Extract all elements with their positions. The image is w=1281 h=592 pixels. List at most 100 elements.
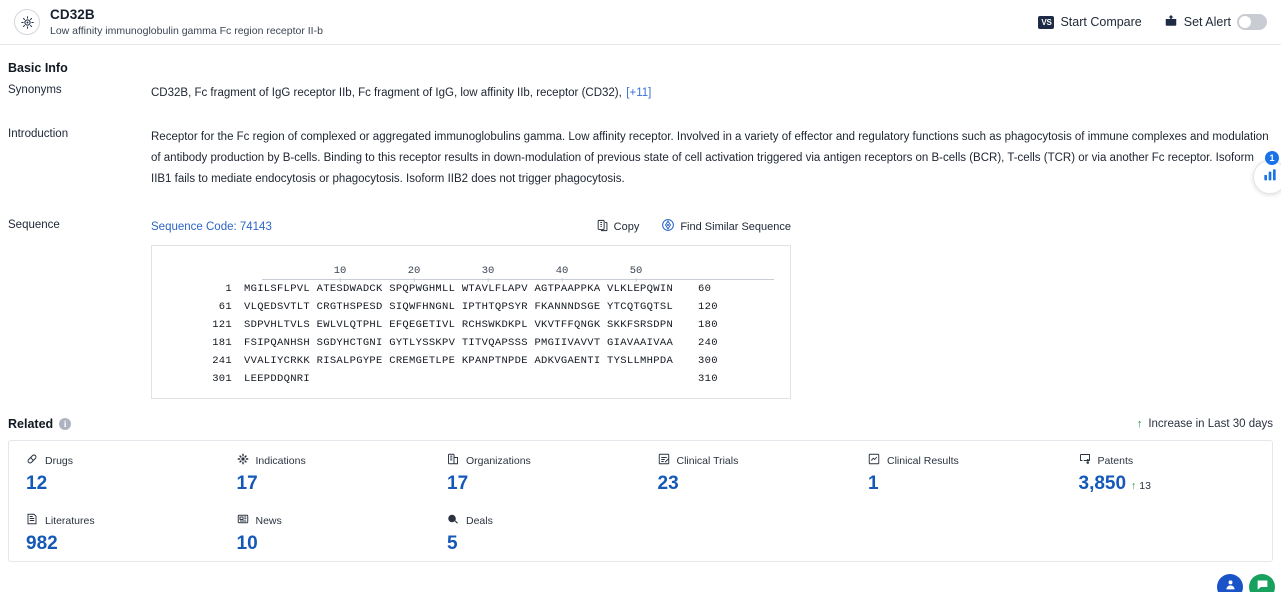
find-similar-sequence-button[interactable]: Find Similar Sequence xyxy=(661,218,791,235)
related-item-news[interactable]: News 10 xyxy=(220,513,431,557)
floating-action-buttons xyxy=(1217,574,1275,592)
copy-button[interactable]: Copy xyxy=(596,219,640,235)
sequence-line: 241 VVALIYCRKK RISALPGYPE CREMGETLPE KPA… xyxy=(160,352,790,370)
related-item-indications[interactable]: Indications 17 xyxy=(220,453,431,499)
sequence-start-index: 61 xyxy=(218,301,232,313)
up-arrow-icon: ↑ xyxy=(1131,480,1137,492)
related-item-organizations[interactable]: Organizations 17 xyxy=(430,453,641,499)
related-item-clinical-results[interactable]: Clinical Results 1 xyxy=(851,453,1062,499)
related-item-value: 5 xyxy=(447,531,641,557)
chat-icon xyxy=(1256,578,1269,592)
header-actions: VS Start Compare Set Alert xyxy=(1038,14,1267,31)
related-item-number: 17 xyxy=(236,473,258,494)
sequence-ruler: 10 20 30 40 50 xyxy=(160,258,782,282)
related-item-label: Patents xyxy=(1097,454,1134,467)
sequence-tools: Copy Find Similar Sequence xyxy=(596,218,791,235)
side-widget-button[interactable] xyxy=(1253,160,1281,194)
ruler-baseline xyxy=(262,279,774,280)
patent-icon xyxy=(1079,453,1091,469)
introduction-label: Introduction xyxy=(8,128,69,140)
ruler-tick-40: 40 xyxy=(555,265,569,282)
find-similar-label: Find Similar Sequence xyxy=(680,220,791,233)
find-similar-icon xyxy=(661,218,675,235)
related-item-head: Indications xyxy=(237,453,431,469)
start-compare-button[interactable]: VS Start Compare xyxy=(1038,15,1142,29)
related-item-deals[interactable]: Deals 5 xyxy=(430,513,641,557)
sequence-line: 1 MGILSFLPVL ATESDWADCK SPQPWGHMLL WTAVL… xyxy=(160,280,790,298)
related-item-value: 1 xyxy=(868,471,1062,497)
related-item-head: Clinical Trials xyxy=(658,453,852,469)
organization-icon xyxy=(447,453,459,469)
related-item-number: 3,850 xyxy=(1078,473,1127,494)
sequence-start-index: 1 xyxy=(225,283,232,295)
sequence-header: Sequence Code: 74143 Copy Find Similar S… xyxy=(151,218,791,235)
sequence-line: 181 FSIPQANHSH SGDYHCTGNI GYTLYSSKPV TIT… xyxy=(160,334,790,352)
related-item-value: 3,850 ↑ 13 xyxy=(1079,471,1273,499)
chat-button[interactable] xyxy=(1249,574,1275,592)
sequence-residues: LEEPDDQNRI xyxy=(244,373,311,385)
page-header: CD32B Low affinity immunoglobulin gamma … xyxy=(0,0,1281,45)
sequence-residues: SDPVHLTVLS EWLVLQTPHL EFQEGETIVL RCHSWKD… xyxy=(244,319,674,331)
sequence-label: Sequence xyxy=(8,219,60,231)
deal-icon xyxy=(447,513,459,529)
related-item-number: 12 xyxy=(26,473,48,494)
sequence-end-index: 310 xyxy=(698,373,718,385)
related-legend-label: Increase in Last 30 days xyxy=(1148,418,1273,430)
sequence-residues: MGILSFLPVL ATESDWADCK SPQPWGHMLL WTAVLFL… xyxy=(244,283,674,295)
info-icon[interactable]: i xyxy=(59,418,72,430)
assistant-icon xyxy=(1224,578,1237,592)
related-item-number: 17 xyxy=(447,473,469,494)
related-item-clinical-trials[interactable]: Clinical Trials 23 xyxy=(641,453,852,499)
related-item-number: 10 xyxy=(236,533,258,554)
related-item-patents[interactable]: Patents 3,850 ↑ 13 xyxy=(1062,453,1273,499)
related-item-head: Deals xyxy=(447,513,641,529)
related-title: Related xyxy=(8,417,54,431)
sequence-start-index: 121 xyxy=(212,319,232,331)
introduction-row: Introduction Receptor for the Fc region … xyxy=(0,101,1281,190)
target-crosshair-icon xyxy=(14,9,40,35)
page-root: CD32B Low affinity immunoglobulin gamma … xyxy=(0,0,1281,592)
related-item-value: 10 xyxy=(237,531,431,557)
related-item-label: News xyxy=(255,514,282,527)
related-item-label: Organizations xyxy=(466,454,531,467)
bell-alert-icon xyxy=(1164,14,1178,31)
related-item-literatures[interactable]: Literatures 982 xyxy=(9,513,220,557)
set-alert-toggle[interactable] xyxy=(1237,14,1267,30)
sequence-row: Sequence Sequence Code: 74143 Copy Find … xyxy=(0,190,1281,399)
sequence-end-index: 300 xyxy=(698,355,718,367)
page-subtitle: Low affinity immunoglobulin gamma Fc reg… xyxy=(50,24,323,37)
assistant-button[interactable] xyxy=(1217,574,1243,592)
sequence-residues: VLQEDSVTLT CRGTHSPESD SIQWFHNGNL IPTHTQP… xyxy=(244,301,674,313)
sequence-end-index: 240 xyxy=(698,337,718,349)
sequence-lines: 1 MGILSFLPVL ATESDWADCK SPQPWGHMLL WTAVL… xyxy=(152,280,790,388)
related-item-head: News xyxy=(237,513,431,529)
synonyms-row: Synonyms CD32B, Fc fragment of IgG recep… xyxy=(0,75,1281,101)
related-item-drugs[interactable]: Drugs 12 xyxy=(9,453,220,499)
synonyms-label: Synonyms xyxy=(8,84,62,96)
related-item-value: 17 xyxy=(237,471,431,497)
related-item-head: Literatures xyxy=(26,513,220,529)
vs-icon: VS xyxy=(1038,15,1055,29)
sequence-viewer: 10 20 30 40 50 1 MGILSFLPVL ATESDWADCK S… xyxy=(151,245,791,399)
related-item-label: Indications xyxy=(255,454,306,467)
side-widget-badge[interactable]: 1 xyxy=(1265,151,1279,165)
related-item-delta-value: 13 xyxy=(1139,480,1151,492)
set-alert-control[interactable]: Set Alert xyxy=(1164,14,1267,31)
synonyms-more-link[interactable]: [+11] xyxy=(626,87,651,99)
related-item-delta: ↑ 13 xyxy=(1131,473,1151,499)
sequence-start-index: 181 xyxy=(212,337,232,349)
sequence-end-index: 60 xyxy=(698,283,712,295)
copy-label: Copy xyxy=(613,220,640,233)
sequence-line: 301 LEEPDDQNRI 310 xyxy=(160,370,790,388)
related-item-head: Clinical Results xyxy=(868,453,1062,469)
related-item-value: 982 xyxy=(26,531,220,557)
related-item-label: Clinical Trials xyxy=(676,454,739,467)
sequence-body: Sequence Code: 74143 Copy Find Similar S… xyxy=(151,218,1281,399)
related-header: Related i ↑ Increase in Last 30 days xyxy=(0,399,1281,431)
sequence-code[interactable]: Sequence Code: 74143 xyxy=(151,221,272,233)
related-item-number: 1 xyxy=(868,473,879,494)
related-item-label: Deals xyxy=(466,514,493,527)
start-compare-label: Start Compare xyxy=(1060,15,1142,29)
basic-info-title: Basic Info xyxy=(8,61,68,75)
related-item-number: 23 xyxy=(657,473,679,494)
